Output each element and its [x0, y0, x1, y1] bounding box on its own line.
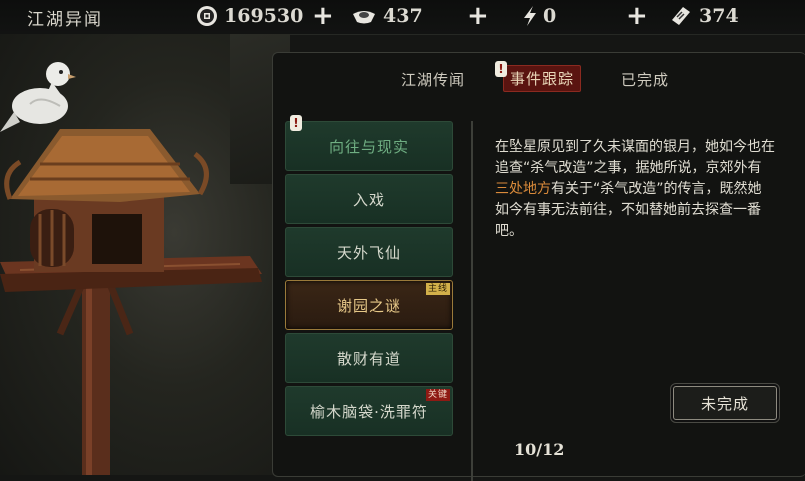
quest-description: 在坠星原见到了久未谋面的银月，她如今也在追查“杀气改造”之事，据她所说，京郊外有…: [495, 137, 775, 242]
page-indicator: 10/12: [514, 440, 565, 459]
quest-item-label: 榆木脑袋·洗罪符: [310, 402, 428, 421]
add-coins-button[interactable]: +: [312, 1, 334, 31]
quest-panel: 江湖传闻 事件跟踪 ! 已完成 向往与现实 ! 入戏 天外飞仙 谢园之谜 主线 …: [272, 52, 805, 481]
alert-icon: !: [290, 115, 302, 131]
top-bar: 江湖异闻 169530 + 437 + 0 + 374: [0, 0, 805, 35]
quest-item-label: 谢园之谜: [336, 296, 401, 315]
coin-value: 169530: [224, 5, 304, 27]
add-silver-button[interactable]: +: [467, 1, 489, 31]
alert-icon: !: [495, 61, 507, 77]
coin-icon: [197, 6, 217, 26]
description-highlight: 三处地方: [495, 181, 551, 197]
tab-rumors[interactable]: 江湖传闻: [401, 69, 465, 90]
quest-item[interactable]: 入戏: [285, 174, 453, 224]
tab-tracking[interactable]: 事件跟踪: [503, 65, 582, 92]
energy-counter: 0: [519, 3, 556, 29]
page-title: 江湖异闻: [27, 10, 103, 30]
key-quest-badge: 关键: [425, 389, 450, 401]
quest-item-label: 入戏: [352, 190, 385, 209]
lightning-icon: [524, 6, 536, 26]
quest-item[interactable]: 向往与现实: [285, 121, 453, 171]
silver-value: 437: [383, 5, 423, 27]
quest-item-label: 向往与现实: [328, 137, 409, 156]
ticket-icon: [672, 7, 690, 25]
silver-counter: 437: [351, 3, 423, 29]
quest-item[interactable]: 天外飞仙: [285, 227, 453, 277]
quest-item-label: 散财有道: [336, 349, 401, 368]
ticket-value: 374: [699, 5, 739, 27]
energy-value: 0: [543, 5, 557, 27]
quest-item[interactable]: 榆木脑袋·洗罪符 关键: [285, 386, 453, 436]
ticket-counter: 374: [669, 3, 739, 29]
silver-ingot-icon: [353, 11, 375, 24]
quest-item[interactable]: 散财有道: [285, 333, 453, 383]
coin-counter: 169530: [196, 3, 303, 29]
pigeon-house-scene: [0, 34, 290, 475]
main-quest-badge: 主线: [425, 283, 450, 295]
divider: [471, 121, 473, 481]
add-energy-button[interactable]: +: [626, 1, 648, 31]
incomplete-status-button[interactable]: 未完成: [673, 386, 777, 420]
quest-item-selected[interactable]: 谢园之谜 主线: [285, 280, 453, 330]
quest-item-label: 天外飞仙: [336, 243, 401, 262]
quest-tabs: 江湖传闻 事件跟踪 ! 已完成: [273, 61, 805, 99]
description-text: 在坠星原见到了久未谋面的银月，她如今也在追查“杀气改造”之事，据她所说，京郊外有: [495, 139, 775, 176]
tab-completed[interactable]: 已完成: [621, 69, 669, 90]
